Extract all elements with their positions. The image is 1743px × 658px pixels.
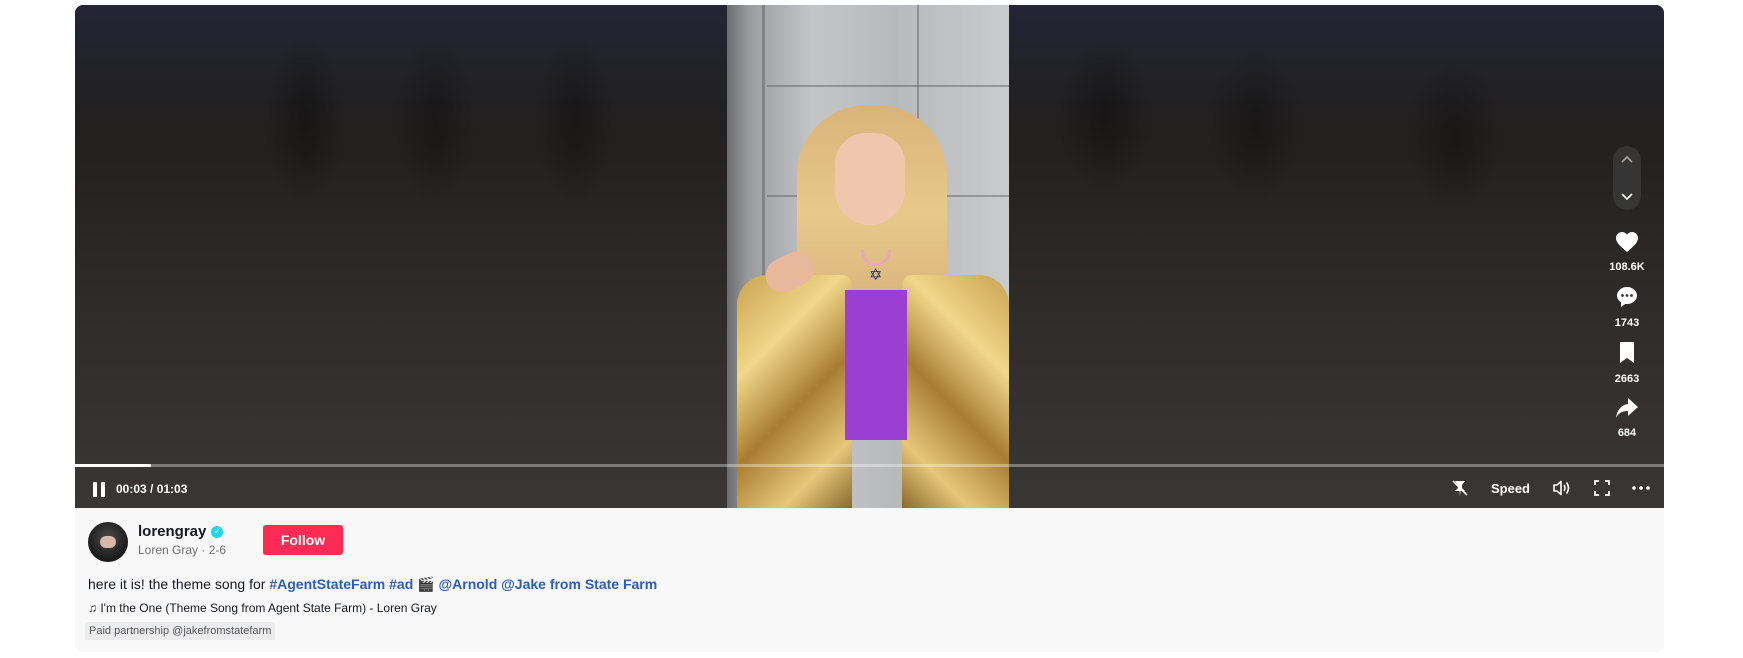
save-count: 2663 bbox=[1614, 373, 1640, 385]
music-link[interactable]: ♫ I'm the One (Theme Song from Agent Sta… bbox=[88, 601, 437, 615]
username[interactable]: lorengray bbox=[138, 523, 206, 540]
wall-seam bbox=[767, 85, 1009, 87]
purple-top bbox=[845, 290, 907, 440]
author-subline: Loren Gray · 2-6 bbox=[138, 543, 227, 557]
action-bar: 108.6K 1743 2663 684 bbox=[1602, 231, 1652, 439]
verified-badge-icon: ✓ bbox=[211, 525, 224, 538]
video-nav bbox=[1613, 146, 1641, 210]
pendant-icon: ✡ bbox=[869, 267, 883, 284]
hashtag-link[interactable]: #ad bbox=[389, 576, 413, 592]
video-frame[interactable]: ✡ bbox=[727, 5, 1009, 508]
mention-link[interactable]: @Jake from State Farm bbox=[501, 576, 657, 592]
like-button[interactable]: 108.6K bbox=[1609, 231, 1645, 273]
gold-jacket-left bbox=[737, 275, 852, 508]
comment-count: 1743 bbox=[1614, 317, 1640, 329]
share-button[interactable]: 684 bbox=[1615, 397, 1639, 439]
author-block: lorengray ✓ Loren Gray · 2-6 bbox=[138, 523, 226, 557]
more-options-icon[interactable] bbox=[1632, 486, 1650, 490]
save-button[interactable]: 2663 bbox=[1615, 341, 1639, 385]
comment-icon bbox=[1615, 285, 1639, 314]
username-row: lorengray ✓ bbox=[138, 523, 226, 540]
paid-partnership-label: Paid partnership @jakefromstatefarm bbox=[85, 622, 276, 640]
progress-bar[interactable] bbox=[75, 464, 1664, 467]
playback-controls: 00:03 / 01:03 bbox=[93, 477, 187, 501]
caption-text: here it is! the theme song for bbox=[88, 576, 266, 592]
fullscreen-icon[interactable] bbox=[1594, 480, 1610, 496]
video-player[interactable]: ✡ 108.6K 1743 2663 684 00:03 / 01:03 Spe… bbox=[75, 5, 1664, 508]
time-display: 00:03 / 01:03 bbox=[116, 482, 188, 496]
share-icon bbox=[1615, 397, 1639, 424]
chevron-down-icon[interactable] bbox=[1621, 190, 1633, 204]
speed-button[interactable]: Speed bbox=[1491, 481, 1530, 496]
share-count: 684 bbox=[1617, 427, 1637, 439]
progress-fill bbox=[75, 464, 151, 467]
video-info: lorengray ✓ Loren Gray · 2-6 Follow here… bbox=[75, 508, 1664, 652]
floating-player-icon[interactable] bbox=[1451, 479, 1469, 497]
chevron-up-icon[interactable] bbox=[1621, 152, 1633, 166]
player-controls-right: Speed bbox=[1451, 476, 1650, 500]
bookmark-icon bbox=[1617, 341, 1637, 370]
volume-icon[interactable] bbox=[1552, 480, 1572, 496]
person-face bbox=[835, 133, 905, 225]
follow-button[interactable]: Follow bbox=[263, 525, 343, 555]
heart-icon bbox=[1615, 231, 1639, 258]
video-card: ✡ 108.6K 1743 2663 684 00:03 / 01:03 Spe… bbox=[75, 5, 1664, 652]
mention-link[interactable]: @Arnold bbox=[438, 576, 497, 592]
clapper-emoji: 🎬 bbox=[417, 576, 435, 592]
pause-icon[interactable] bbox=[93, 481, 105, 497]
avatar[interactable] bbox=[88, 522, 128, 562]
like-count: 108.6K bbox=[1609, 261, 1645, 273]
caption: here it is! the theme song for #AgentSta… bbox=[88, 576, 657, 593]
hashtag-link[interactable]: #AgentStateFarm bbox=[269, 576, 385, 592]
gold-jacket-right bbox=[902, 275, 1009, 508]
comment-button[interactable]: 1743 bbox=[1615, 285, 1639, 329]
